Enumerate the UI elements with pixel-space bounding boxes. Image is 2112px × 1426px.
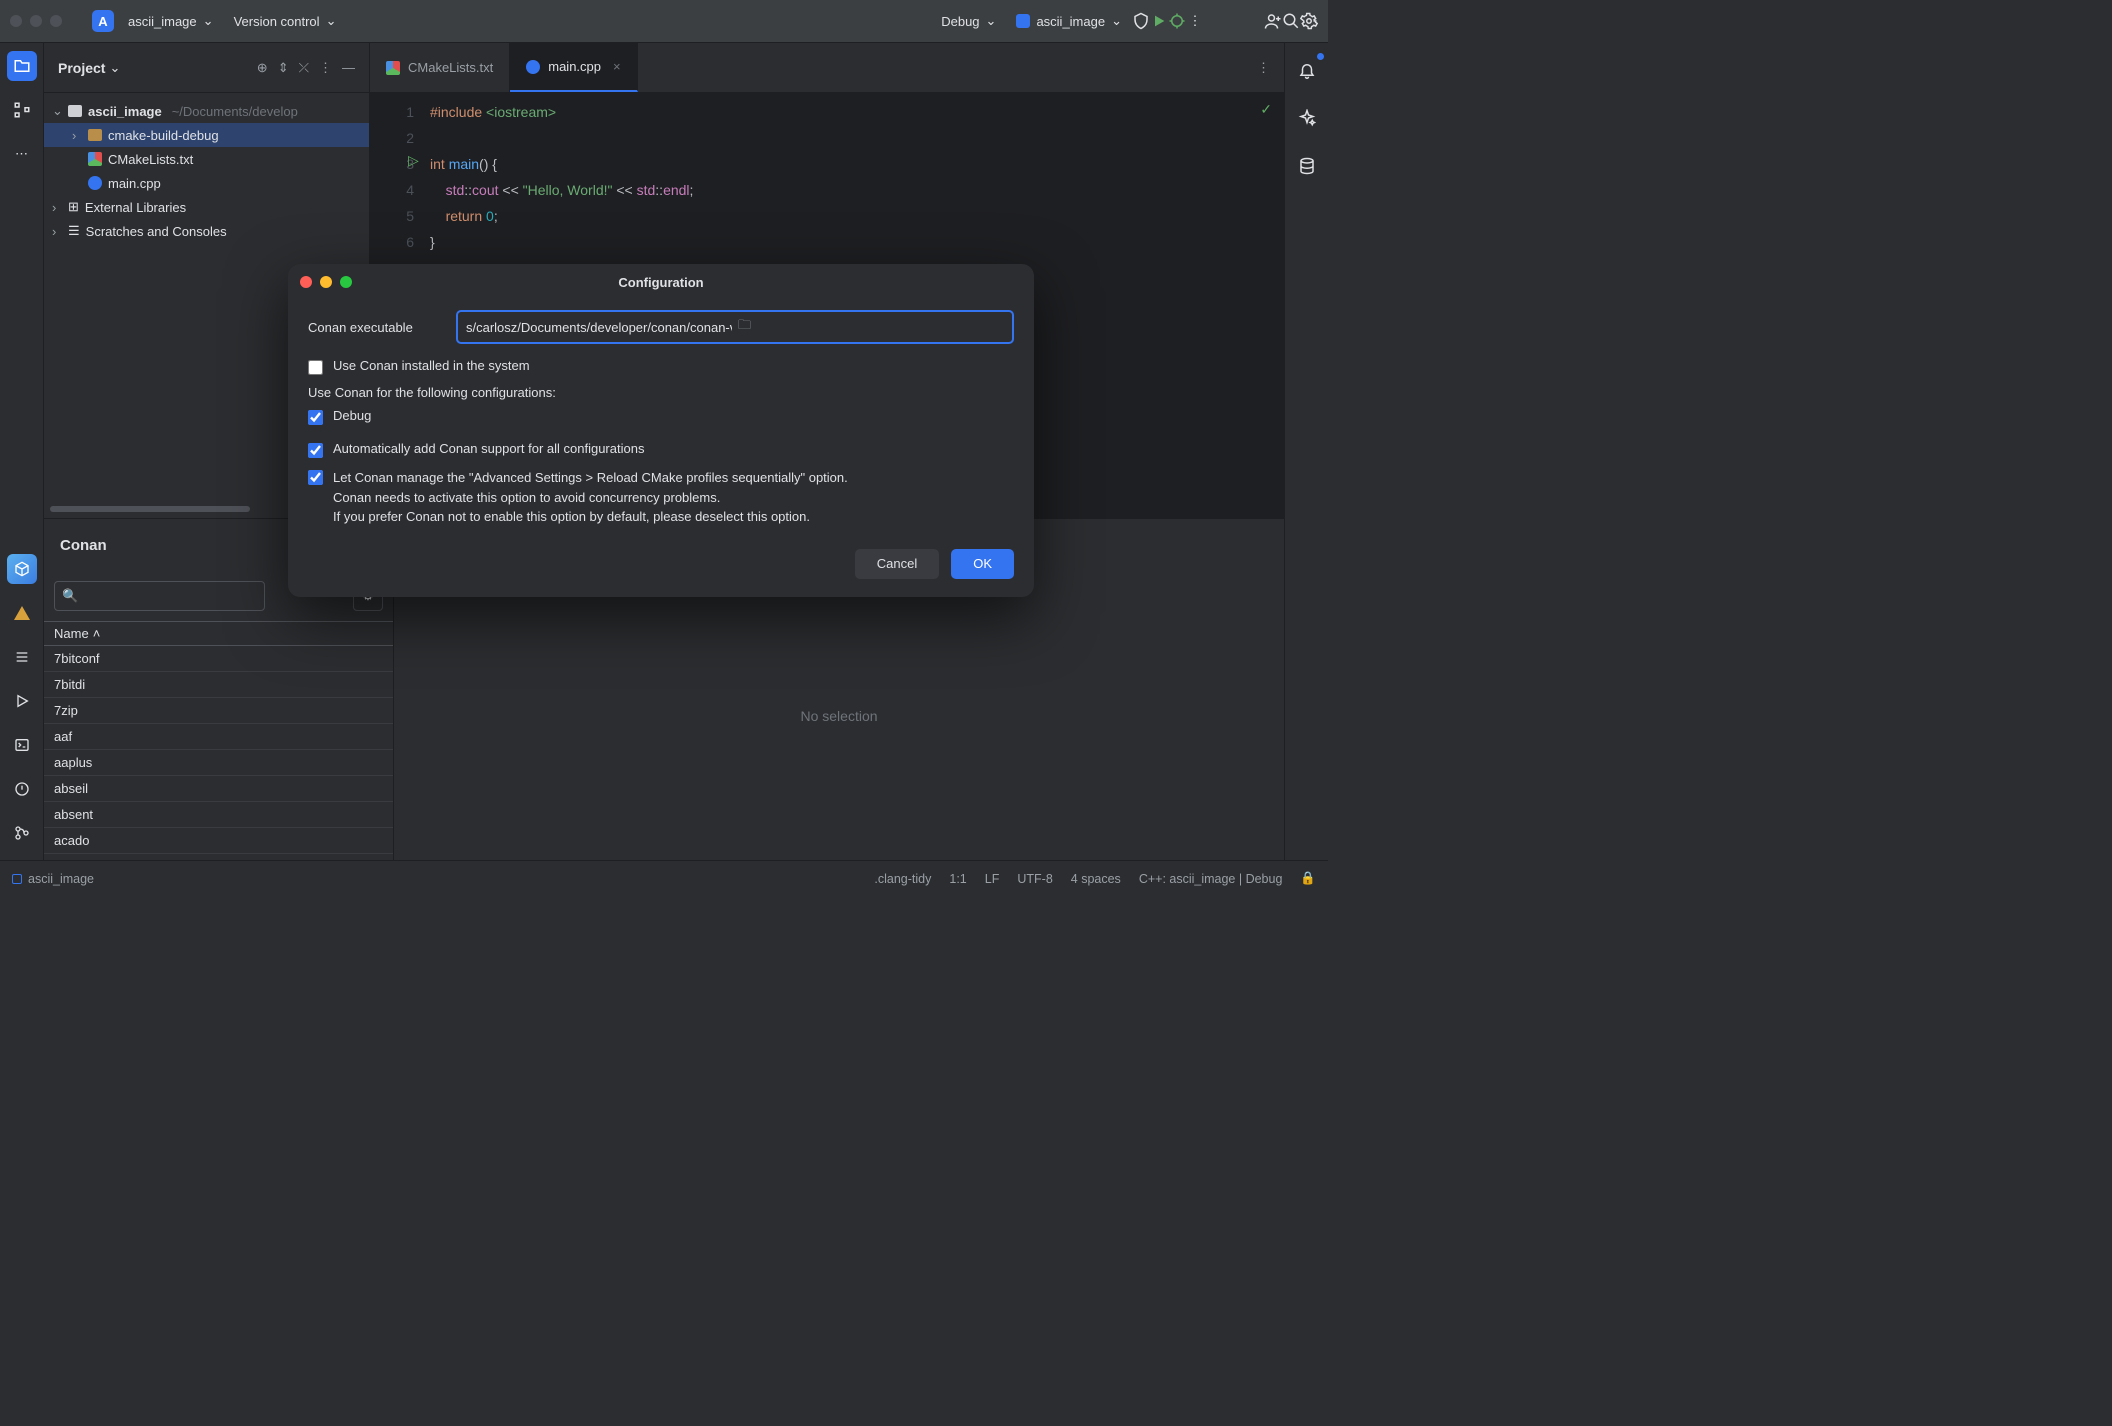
dialog-traffic-lights: [300, 276, 352, 288]
dialog-close-icon[interactable]: [300, 276, 312, 288]
manage-reload-label: Let Conan manage the "Advanced Settings …: [333, 468, 848, 527]
auto-add-label: Automatically add Conan support for all …: [333, 441, 644, 456]
modal-overlay: Configuration Conan executable s/carlosz…: [0, 0, 1328, 896]
ok-button[interactable]: OK: [951, 549, 1014, 579]
configs-section-label: Use Conan for the following configuratio…: [308, 385, 1014, 400]
configuration-dialog: Configuration Conan executable s/carlosz…: [288, 264, 1034, 597]
config-debug-label: Debug: [333, 408, 371, 423]
dialog-title: Configuration: [618, 275, 703, 290]
auto-add-checkbox[interactable]: [308, 443, 323, 458]
conan-exe-label: Conan executable: [308, 320, 446, 335]
dialog-min-icon[interactable]: [320, 276, 332, 288]
dialog-max-icon[interactable]: [340, 276, 352, 288]
manage-reload-checkbox[interactable]: [308, 470, 323, 485]
cancel-button[interactable]: Cancel: [855, 549, 939, 579]
use-system-checkbox[interactable]: [308, 360, 323, 375]
use-system-label: Use Conan installed in the system: [333, 358, 530, 373]
config-debug-checkbox[interactable]: [308, 410, 323, 425]
browse-folder-icon[interactable]: 🗀: [738, 316, 1004, 338]
conan-exe-input[interactable]: s/carlosz/Documents/developer/conan/cona…: [456, 310, 1014, 344]
